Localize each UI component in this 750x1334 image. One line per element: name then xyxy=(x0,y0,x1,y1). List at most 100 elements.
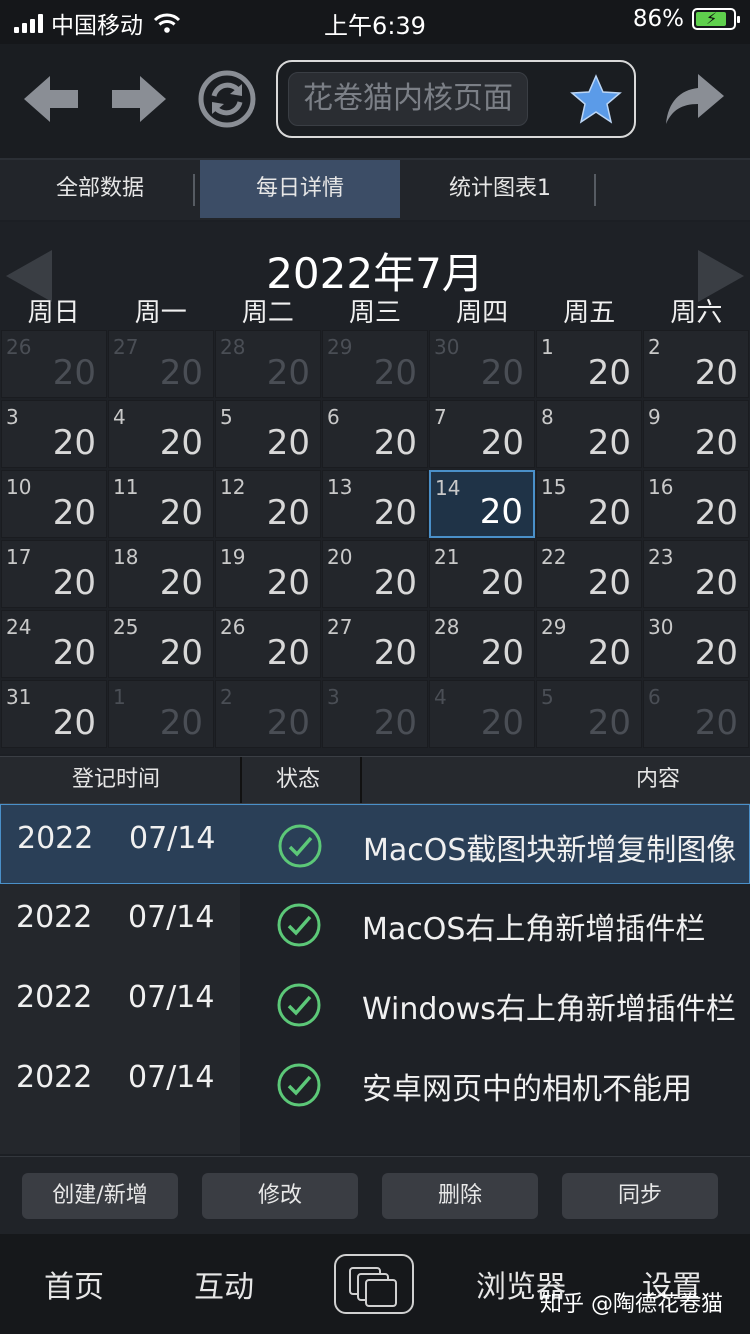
tab-all-data[interactable]: 全部数据 xyxy=(0,160,200,218)
calendar-day[interactable]: 7 20 xyxy=(429,400,535,468)
calendar-day[interactable]: 9 20 xyxy=(643,400,749,468)
day-number: 7 xyxy=(434,405,447,429)
delete-button[interactable]: 删除 xyxy=(382,1173,538,1219)
calendar-day[interactable]: 30 20 xyxy=(643,610,749,678)
calendar-day[interactable]: 8 20 xyxy=(536,400,642,468)
calendar-grid: 26 20 27 20 28 20 29 20 30 20 1 20 2 20 3 20 4 20 5 20 6 20 7 2… xyxy=(0,330,750,754)
back-arrow-icon[interactable] xyxy=(16,64,86,134)
row-date: 07/14 xyxy=(128,1060,215,1095)
day-number: 24 xyxy=(6,615,32,639)
day-value: 20 xyxy=(587,563,631,603)
day-number: 13 xyxy=(327,475,353,499)
create-button[interactable]: 创建/新增 xyxy=(22,1173,178,1219)
calendar-day[interactable]: 28 20 xyxy=(429,610,535,678)
day-number: 31 xyxy=(6,685,32,709)
list-header: 登记时间 状态 内容 xyxy=(0,756,750,804)
calendar-day[interactable]: 27 20 xyxy=(322,610,428,678)
calendar-day[interactable]: 24 20 xyxy=(1,610,107,678)
day-value: 20 xyxy=(52,563,96,603)
calendar-day[interactable]: 3 20 xyxy=(1,400,107,468)
calendar-day[interactable]: 29 20 xyxy=(536,610,642,678)
calendar-day[interactable]: 5 20 xyxy=(536,680,642,748)
weekday-label: 周日 xyxy=(27,298,80,328)
day-value: 20 xyxy=(159,423,203,463)
calendar-day[interactable]: 23 20 xyxy=(643,540,749,608)
calendar-day[interactable]: 20 20 xyxy=(322,540,428,608)
calendar-day[interactable]: 4 20 xyxy=(429,680,535,748)
calendar-day[interactable]: 26 20 xyxy=(1,330,107,398)
calendar-day[interactable]: 1 20 xyxy=(536,330,642,398)
tab-divider xyxy=(193,174,195,206)
calendar-day[interactable]: 10 20 xyxy=(1,470,107,538)
row-content: MacOS右上角新增插件栏 xyxy=(362,912,706,947)
share-icon[interactable] xyxy=(660,64,730,134)
list-item[interactable]: 2022 07/14 安卓网页中的相机不能用 xyxy=(0,1044,750,1124)
day-value: 20 xyxy=(159,703,203,743)
day-number: 2 xyxy=(220,685,233,709)
tab-stats-chart[interactable]: 统计图表1 xyxy=(400,160,600,218)
calendar-day[interactable]: 11 20 xyxy=(108,470,214,538)
day-value: 20 xyxy=(480,353,524,393)
calendar-day[interactable]: 6 20 xyxy=(643,680,749,748)
calendar-day[interactable]: 30 20 xyxy=(429,330,535,398)
tabs-switcher-icon[interactable] xyxy=(334,1254,414,1314)
col-header-content[interactable]: 内容 xyxy=(636,757,680,803)
col-header-status[interactable]: 状态 xyxy=(276,757,320,803)
list-item[interactable]: 2022 07/14 MacOS右上角新增插件栏 xyxy=(0,884,750,964)
action-bar: 创建/新增 修改 删除 同步 xyxy=(0,1156,750,1235)
day-value: 20 xyxy=(373,423,417,463)
sync-button[interactable]: 同步 xyxy=(562,1173,718,1219)
calendar-day[interactable]: 4 20 xyxy=(108,400,214,468)
day-value: 20 xyxy=(159,633,203,673)
calendar-day[interactable]: 15 20 xyxy=(536,470,642,538)
calendar-day[interactable]: 3 20 xyxy=(322,680,428,748)
day-value: 20 xyxy=(587,633,631,673)
calendar-day[interactable]: 6 20 xyxy=(322,400,428,468)
forward-arrow-icon[interactable] xyxy=(104,64,174,134)
browser-toolbar: 花卷猫内核页面 xyxy=(0,44,750,160)
refresh-icon[interactable] xyxy=(192,64,262,134)
list-item-selected[interactable]: 2022 07/14 MacOS截图块新增复制图像 xyxy=(0,804,750,884)
calendar-day[interactable]: 21 20 xyxy=(429,540,535,608)
calendar-day[interactable]: 29 20 xyxy=(322,330,428,398)
weekday-label: 周一 xyxy=(134,298,187,328)
calendar-day[interactable]: 26 20 xyxy=(215,610,321,678)
check-circle-icon xyxy=(278,824,322,868)
day-value: 20 xyxy=(373,563,417,603)
day-value: 20 xyxy=(587,353,631,393)
calendar-day[interactable]: 17 20 xyxy=(1,540,107,608)
calendar-day[interactable]: 2 20 xyxy=(643,330,749,398)
calendar-day[interactable]: 28 20 xyxy=(215,330,321,398)
calendar-day[interactable]: 25 20 xyxy=(108,610,214,678)
calendar-day[interactable]: 19 20 xyxy=(215,540,321,608)
calendar-day[interactable]: 12 20 xyxy=(215,470,321,538)
nav-interact[interactable]: 互动 xyxy=(194,1262,254,1306)
calendar-day[interactable]: 31 20 xyxy=(1,680,107,748)
calendar-day[interactable]: 5 20 xyxy=(215,400,321,468)
calendar-day[interactable]: 1 20 xyxy=(108,680,214,748)
calendar-day[interactable]: 18 20 xyxy=(108,540,214,608)
star-icon[interactable] xyxy=(568,72,624,128)
calendar-day[interactable]: 2 20 xyxy=(215,680,321,748)
calendar-day[interactable]: 16 20 xyxy=(643,470,749,538)
calendar-day-selected[interactable]: 14 20 xyxy=(429,470,535,538)
calendar-day[interactable]: 22 20 xyxy=(536,540,642,608)
calendar-day[interactable]: 27 20 xyxy=(108,330,214,398)
day-value: 20 xyxy=(694,353,738,393)
day-number: 21 xyxy=(434,545,460,569)
weekday-label: 周二 xyxy=(241,298,294,328)
url-text[interactable]: 花卷猫内核页面 xyxy=(288,72,528,126)
calendar-day[interactable]: 13 20 xyxy=(322,470,428,538)
tab-daily-details[interactable]: 每日详情 xyxy=(200,160,400,218)
edit-button[interactable]: 修改 xyxy=(202,1173,358,1219)
address-bar[interactable]: 花卷猫内核页面 xyxy=(276,60,636,138)
nav-home[interactable]: 首页 xyxy=(44,1262,104,1306)
col-header-time[interactable]: 登记时间 xyxy=(72,757,160,803)
day-number: 26 xyxy=(220,615,246,639)
list-item[interactable]: 2022 07/14 Windows右上角新增插件栏 xyxy=(0,964,750,1044)
day-number: 19 xyxy=(220,545,246,569)
day-number: 25 xyxy=(113,615,139,639)
calendar: 2022年7月 周日 周一 周二 周三 周四 周五 周六 26 20 27 20 28 2… xyxy=(0,222,750,754)
day-value: 20 xyxy=(266,633,310,673)
row-year: 2022 xyxy=(17,821,94,856)
